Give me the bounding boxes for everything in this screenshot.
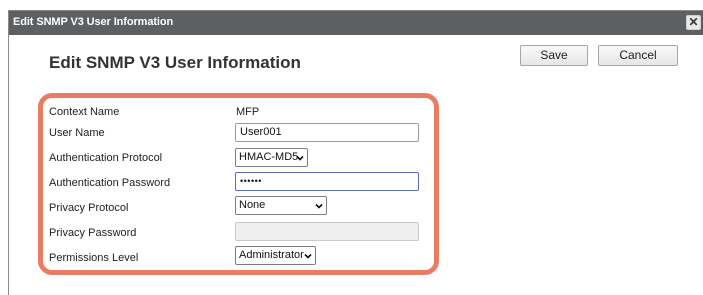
cancel-button[interactable]: Cancel	[598, 45, 678, 66]
permissions-level-selected: Administrator	[239, 249, 304, 261]
page-title: Edit SNMP V3 User Information	[49, 53, 301, 72]
user-name-field[interactable]: User001	[235, 123, 419, 142]
auth-password-label: Authentication Password	[49, 177, 171, 189]
dialog-title: Edit SNMP V3 User Information	[13, 16, 174, 28]
chevron-down-icon	[296, 155, 304, 161]
save-button[interactable]: Save	[520, 45, 588, 66]
permissions-level-select[interactable]: Administrator	[235, 246, 316, 265]
auth-protocol-selected: HMAC-MD5	[239, 151, 299, 163]
user-name-label: User Name	[49, 127, 105, 139]
privacy-password-field[interactable]	[235, 222, 419, 241]
privacy-protocol-selected: None	[239, 199, 266, 211]
auth-protocol-label: Authentication Protocol	[49, 152, 163, 164]
edit-snmp-user-dialog: Edit SNMP V3 User Information ✕ Edit SNM…	[8, 10, 703, 295]
dialog-titlebar: Edit SNMP V3 User Information ✕	[9, 11, 703, 35]
privacy-password-label: Privacy Password	[49, 227, 137, 239]
auth-protocol-select[interactable]: HMAC-MD5	[235, 148, 308, 167]
context-name-value: MFP	[236, 106, 260, 118]
context-name-label: Context Name	[49, 106, 120, 118]
close-icon[interactable]: ✕	[686, 15, 701, 30]
privacy-protocol-label: Privacy Protocol	[49, 202, 129, 214]
auth-password-field[interactable]: ••••••	[235, 172, 419, 191]
permissions-level-label: Permissions Level	[49, 252, 139, 264]
chevron-down-icon	[304, 253, 312, 259]
privacy-protocol-select[interactable]: None	[235, 196, 327, 215]
chevron-down-icon	[315, 203, 323, 209]
